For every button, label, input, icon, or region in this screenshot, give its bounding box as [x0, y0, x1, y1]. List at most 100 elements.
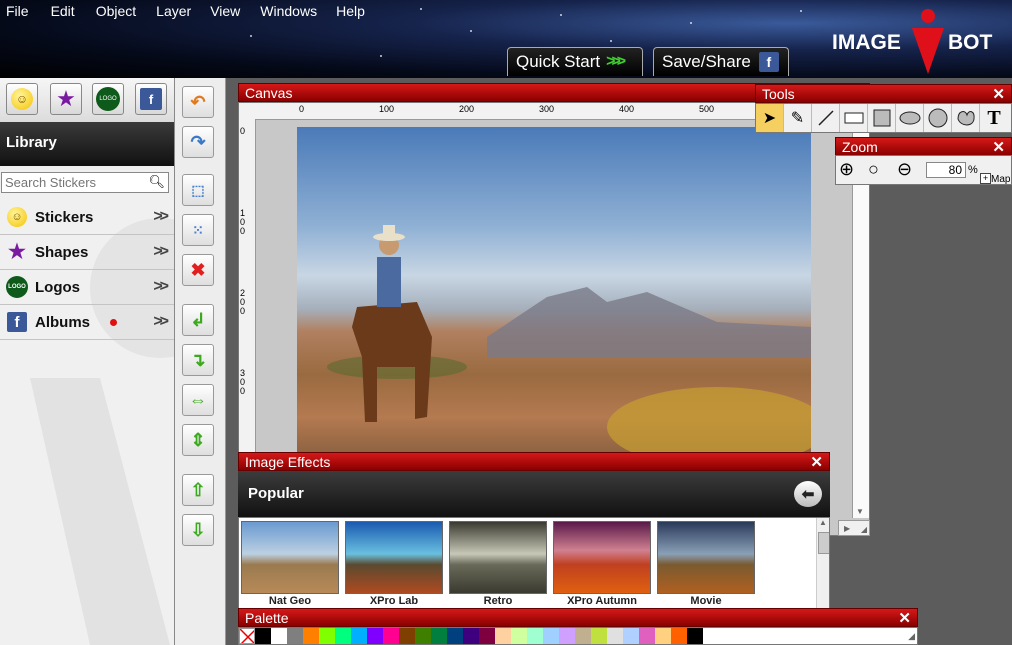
palette-panel-title[interactable]: Palette ✕ — [238, 608, 918, 627]
library-item-shapes[interactable]: ★ Shapes >> — [0, 235, 174, 270]
color-swatch[interactable] — [271, 628, 287, 644]
color-swatch[interactable] — [543, 628, 559, 644]
back-button[interactable]: ⬅ — [794, 481, 822, 507]
select-all-button[interactable]: ⬚ — [182, 174, 214, 206]
tools-panel-title[interactable]: Tools ✕ — [755, 84, 1012, 103]
map-toggle-plus-icon[interactable]: + — [980, 173, 991, 184]
albums-category-button[interactable]: f — [135, 83, 167, 115]
resize-grip-icon[interactable]: ◢ — [908, 628, 917, 644]
color-swatch[interactable] — [351, 628, 367, 644]
color-swatch[interactable] — [623, 628, 639, 644]
color-swatch[interactable] — [607, 628, 623, 644]
color-swatch[interactable] — [399, 628, 415, 644]
library-item-stickers[interactable]: ☺ Stickers >> — [0, 200, 174, 235]
color-swatch[interactable] — [639, 628, 655, 644]
delete-button[interactable]: ✖ — [182, 254, 214, 286]
zoom-panel-title[interactable]: Zoom ✕ — [835, 137, 1012, 156]
scroll-down-icon[interactable]: ▼ — [856, 507, 864, 516]
search-sticker-field[interactable]: 🔍︎ — [1, 172, 169, 193]
select-tool[interactable]: ➤ — [756, 104, 784, 132]
scroll-up-icon[interactable]: ▲ — [819, 518, 827, 527]
search-icon[interactable]: 🔍︎ — [148, 174, 165, 190]
color-swatch[interactable] — [303, 628, 319, 644]
freeform-shape-tool[interactable] — [952, 104, 980, 132]
flip-horizontal-button[interactable]: ⇔ — [182, 384, 214, 416]
pencil-tool[interactable]: ✎ — [784, 104, 812, 132]
no-color-swatch[interactable] — [239, 628, 255, 644]
color-swatch[interactable] — [335, 628, 351, 644]
color-swatch[interactable] — [447, 628, 463, 644]
text-tool[interactable]: T — [980, 104, 1008, 132]
logos-category-button[interactable]: LOGO — [92, 83, 124, 115]
menu-file[interactable]: File — [6, 0, 29, 22]
scrollbar-thumb[interactable] — [818, 532, 829, 554]
scroll-right-icon[interactable]: ▶ — [844, 524, 850, 533]
library-item-logos[interactable]: LOGO Logos >> — [0, 270, 174, 305]
menu-layer[interactable]: Layer — [156, 0, 191, 22]
menu-windows[interactable]: Windows — [260, 0, 317, 22]
color-swatch[interactable] — [495, 628, 511, 644]
effect-thumb-xpro-autumn[interactable] — [553, 521, 651, 594]
library-item-albums[interactable]: f Albums >> — [0, 305, 174, 340]
canvas-corner-controls[interactable]: ▶ ◢ — [838, 520, 870, 536]
shapes-category-button[interactable]: ★ — [50, 83, 82, 115]
color-swatch[interactable] — [463, 628, 479, 644]
move-down-button[interactable]: ⇩ — [182, 514, 214, 546]
close-icon[interactable]: ✕ — [992, 85, 1005, 103]
color-swatch[interactable] — [287, 628, 303, 644]
rectangle-outline-tool[interactable] — [840, 104, 868, 132]
canvas-photo[interactable] — [297, 127, 827, 467]
color-swatch[interactable] — [559, 628, 575, 644]
ellipse-tool[interactable] — [896, 104, 924, 132]
zoom-value-input[interactable] — [926, 162, 966, 178]
resize-grip-icon[interactable]: ◢ — [861, 525, 867, 534]
bring-forward-button[interactable]: ↲ — [182, 304, 214, 336]
rectangle-fill-tool[interactable] — [868, 104, 896, 132]
color-swatch[interactable] — [655, 628, 671, 644]
canvas-vertical-scrollbar[interactable]: ▼ — [852, 130, 869, 518]
zoom-in-button[interactable]: ⊕ — [839, 159, 854, 180]
effect-thumb-movie[interactable] — [657, 521, 755, 594]
close-icon[interactable]: ✕ — [810, 453, 823, 471]
flip-vertical-button[interactable]: ⇕ — [182, 424, 214, 456]
menu-help[interactable]: Help — [336, 0, 365, 22]
send-backward-button[interactable]: ↴ — [182, 344, 214, 376]
effect-thumb-retro[interactable] — [449, 521, 547, 594]
line-tool[interactable] — [812, 104, 840, 132]
color-swatch[interactable] — [575, 628, 591, 644]
menu-view[interactable]: View — [210, 0, 240, 22]
color-swatch[interactable] — [527, 628, 543, 644]
save-share-button[interactable]: Save/Share f — [653, 47, 789, 76]
color-swatch[interactable] — [479, 628, 495, 644]
arrow-down-icon: ⇩ — [190, 519, 206, 540]
image-effects-panel-title[interactable]: Image Effects ✕ — [238, 452, 830, 471]
color-swatch[interactable] — [431, 628, 447, 644]
close-icon[interactable]: ✕ — [898, 609, 911, 627]
menu-object[interactable]: Object — [96, 0, 136, 22]
undo-button[interactable]: ↶ — [182, 86, 214, 118]
color-swatch[interactable] — [255, 628, 271, 644]
effect-thumb-xpro-lab[interactable] — [345, 521, 443, 594]
menu-edit[interactable]: Edit — [51, 0, 75, 22]
move-up-button[interactable]: ⇧ — [182, 474, 214, 506]
effects-scrollbar[interactable]: ▲ — [816, 518, 829, 609]
zoom-out-button[interactable]: ⊖ — [897, 159, 912, 180]
close-icon[interactable]: ✕ — [992, 138, 1005, 156]
color-swatch[interactable] — [367, 628, 383, 644]
search-input[interactable] — [2, 173, 145, 192]
pointer-arrow-icon: ➤ — [762, 110, 777, 127]
zoom-fit-button[interactable]: ○ — [868, 159, 879, 180]
color-swatch[interactable] — [415, 628, 431, 644]
redo-button[interactable]: ↷ — [182, 126, 214, 158]
deselect-button[interactable]: ⁙ — [182, 214, 214, 246]
stickers-category-button[interactable]: ☺ — [6, 83, 38, 115]
color-swatch[interactable] — [671, 628, 687, 644]
color-swatch[interactable] — [383, 628, 399, 644]
color-swatch[interactable] — [591, 628, 607, 644]
effect-thumb-nat-geo[interactable] — [241, 521, 339, 594]
circle-tool[interactable] — [924, 104, 952, 132]
color-swatch[interactable] — [511, 628, 527, 644]
quick-start-button[interactable]: Quick Start >>> — [507, 47, 643, 76]
color-swatch[interactable] — [687, 628, 703, 644]
color-swatch[interactable] — [319, 628, 335, 644]
